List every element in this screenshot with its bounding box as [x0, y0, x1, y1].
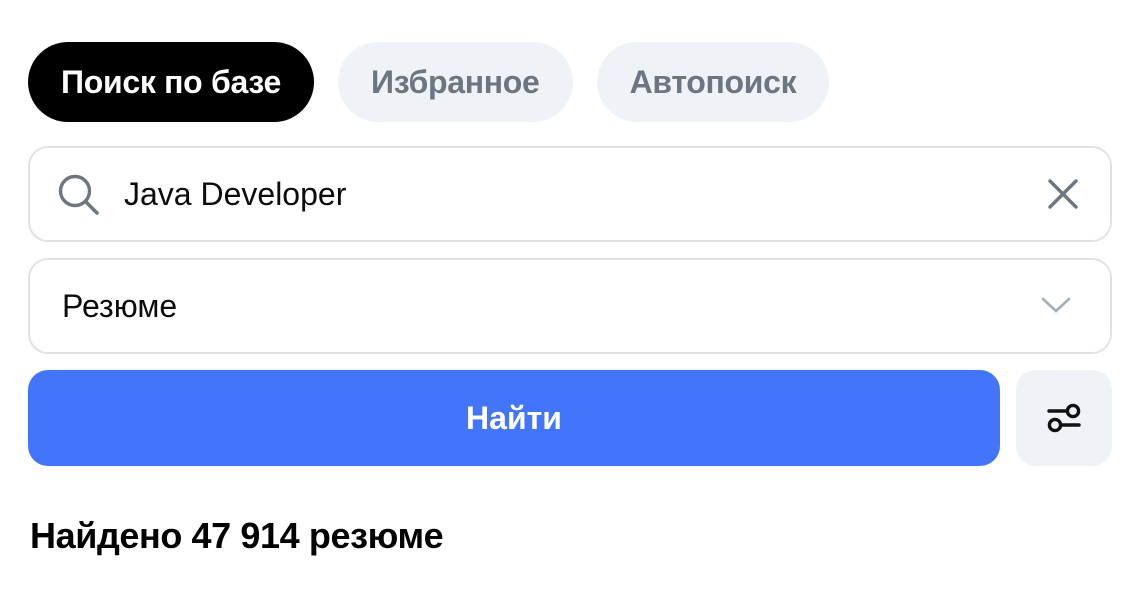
- results-count-heading: Найдено 47 914 резюме: [30, 515, 444, 556]
- tab-database-search[interactable]: Поиск по базе: [28, 42, 315, 122]
- search-icon: [58, 174, 99, 215]
- search-type-value: Резюме: [62, 287, 178, 324]
- filter-settings-icon: [1047, 403, 1081, 433]
- search-query-text[interactable]: Java Developer: [124, 148, 346, 240]
- filter-button[interactable]: [1016, 370, 1112, 466]
- search-type-select[interactable]: Резюме: [28, 258, 1112, 354]
- find-button[interactable]: Найти: [28, 370, 1000, 466]
- tab-autosearch[interactable]: Автопоиск: [596, 42, 830, 122]
- close-icon[interactable]: [1046, 177, 1080, 211]
- search-panel: Поиск по базе Избранное Автопоиск Java D…: [0, 0, 1140, 612]
- chevron-down-icon: [1041, 297, 1071, 313]
- tab-bar: Поиск по базе Избранное Автопоиск: [28, 42, 830, 122]
- tab-favorites[interactable]: Избранное: [338, 42, 573, 122]
- search-input[interactable]: Java Developer: [28, 146, 1112, 242]
